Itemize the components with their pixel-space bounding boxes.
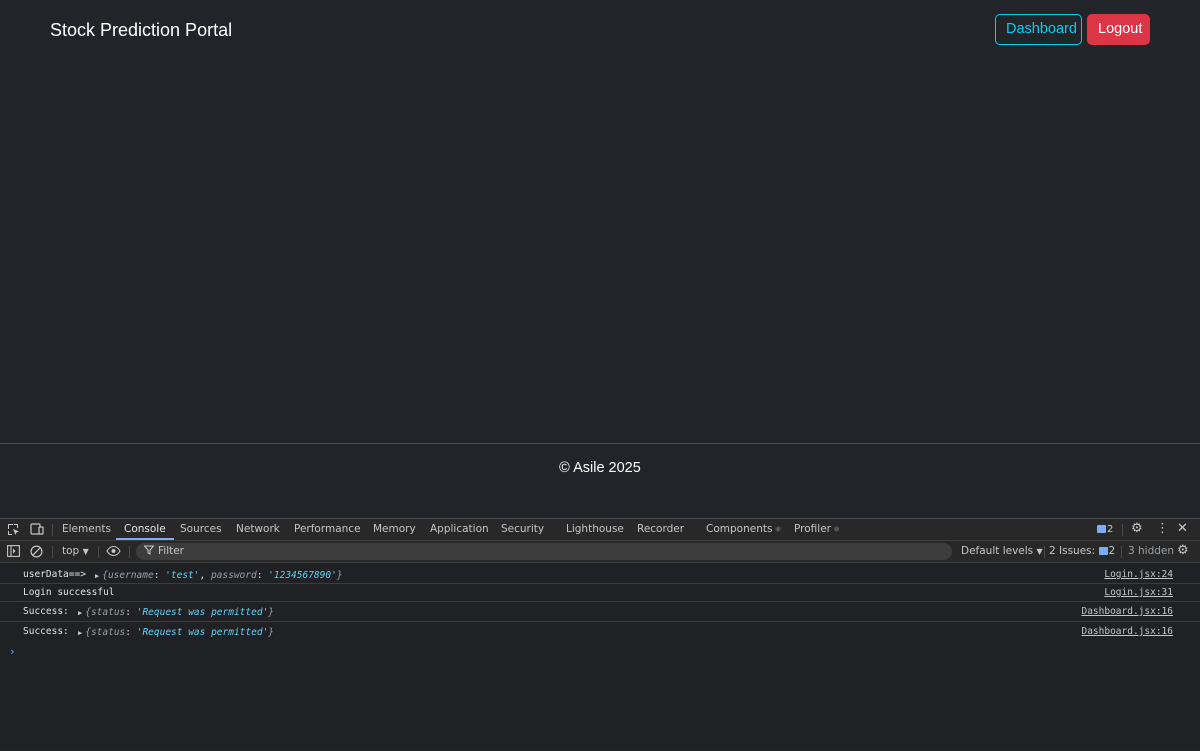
kebab-menu-icon[interactable]: ⋮: [1156, 522, 1169, 536]
tab-separator: [52, 524, 53, 536]
log-message: Success:: [23, 626, 69, 637]
toolbar-separator: [52, 546, 53, 558]
gear-icon[interactable]: ⚙: [1177, 544, 1189, 558]
log-source-link[interactable]: Login.jsx:24: [1104, 569, 1173, 580]
object-key: username: [107, 570, 154, 581]
tab-network[interactable]: Network: [236, 519, 280, 540]
issues-counter[interactable]: 2 Issues: 2: [1049, 545, 1115, 557]
inspect-element-icon[interactable]: [7, 523, 20, 539]
expand-triangle-icon: ▶: [78, 609, 83, 617]
live-expression-eye-icon[interactable]: [106, 545, 121, 560]
tab-components[interactable]: Components ⚛: [706, 519, 782, 540]
console-toolbar: top ▼ Default levels ▼ 2 Issues: 2 3 hid…: [0, 541, 1200, 563]
dashboard-button[interactable]: Dashboard: [995, 14, 1082, 45]
object-value: '1234567890': [268, 570, 337, 581]
tab-elements[interactable]: Elements: [62, 519, 111, 540]
toolbar-separator: [98, 546, 99, 558]
footer-copyright: © Asile 2025: [559, 460, 641, 476]
console-filter: [136, 543, 952, 560]
tab-security[interactable]: Security: [501, 519, 544, 540]
log-row: Login successful Login.jsx:31: [0, 584, 1200, 602]
expand-triangle-icon: ▶: [95, 572, 100, 580]
issues-badge: 2: [1098, 545, 1116, 557]
colon: :: [125, 607, 137, 618]
console-output: userData==> ▶ {username: 'test', password…: [0, 563, 1200, 751]
devtools-tab-bar: Elements Console Sources Network Perform…: [0, 519, 1200, 541]
tab-recorder[interactable]: Recorder: [637, 519, 684, 540]
close-icon[interactable]: ✕: [1177, 522, 1188, 536]
object-key: status: [90, 607, 126, 618]
log-row: userData==> ▶ {username: 'test', password…: [0, 565, 1200, 584]
messages-badge[interactable]: 2: [1097, 524, 1113, 535]
colon: :: [125, 627, 137, 638]
issues-count: 2: [1108, 545, 1116, 557]
tab-memory[interactable]: Memory: [373, 519, 416, 540]
logout-button[interactable]: Logout: [1087, 14, 1150, 45]
log-message: Login successful: [23, 587, 115, 598]
hidden-messages-count: 3 hidden: [1128, 545, 1175, 557]
colon: :: [153, 570, 166, 581]
log-levels-value: Default levels: [961, 545, 1034, 557]
log-message: userData==>: [23, 569, 86, 580]
toolbar-separator: [1044, 546, 1045, 558]
tab-console[interactable]: Console: [116, 519, 174, 540]
log-object[interactable]: ▶ {status: 'Request was permitted'}: [78, 627, 274, 638]
toolbar-separator: [129, 546, 130, 558]
tab-components-label: Components: [706, 523, 773, 535]
log-source-link[interactable]: Login.jsx:31: [1104, 587, 1173, 598]
colon: :: [256, 570, 269, 581]
log-row: Success: ▶ {status: 'Request was permitte…: [0, 622, 1200, 642]
filter-input[interactable]: [158, 544, 938, 558]
log-object[interactable]: ▶ {status: 'Request was permitted'}: [78, 607, 274, 618]
brace-close: }: [336, 570, 343, 581]
object-key: status: [90, 627, 126, 638]
tab-profiler-label: Profiler: [794, 523, 831, 535]
devtools-panel: Elements Console Sources Network Perform…: [0, 518, 1200, 750]
filter-funnel-icon: [143, 545, 155, 558]
chevron-down-icon: ▼: [1036, 547, 1043, 556]
brand-title[interactable]: Stock Prediction Portal: [50, 19, 232, 41]
tab-separator: [1122, 524, 1123, 536]
object-value: 'Request was permitted': [136, 607, 269, 618]
log-source-link[interactable]: Dashboard.jsx:16: [1081, 606, 1173, 617]
message-bubble-icon: [1097, 525, 1106, 533]
brace-close: }: [268, 607, 275, 618]
object-value: 'test': [165, 570, 200, 581]
footer-divider: [0, 443, 1200, 444]
chevron-down-icon: ▼: [82, 547, 89, 556]
log-message: Success:: [23, 606, 69, 617]
sidebar-toggle-icon[interactable]: [7, 545, 20, 560]
tab-profiler[interactable]: Profiler ⚛: [794, 519, 840, 540]
expand-triangle-icon: ▶: [78, 629, 83, 637]
tab-sources[interactable]: Sources: [180, 519, 222, 540]
tab-application[interactable]: Application: [430, 519, 489, 540]
tab-lighthouse[interactable]: Lighthouse: [566, 519, 624, 540]
context-selector[interactable]: top ▼: [62, 545, 89, 557]
react-components-icon: ⚛: [774, 525, 782, 534]
brace-close: }: [268, 627, 275, 638]
tab-performance[interactable]: Performance: [294, 519, 361, 540]
object-key: password: [210, 570, 257, 581]
gear-icon[interactable]: ⚙: [1131, 522, 1143, 536]
app-page: Stock Prediction Portal Dashboard Logout…: [0, 0, 1200, 518]
device-toolbar-icon[interactable]: [30, 523, 44, 539]
log-row: Success: ▶ {status: 'Request was permitte…: [0, 602, 1200, 622]
navbar: Stock Prediction Portal Dashboard Logout: [0, 0, 1200, 60]
toolbar-separator: [1121, 546, 1122, 558]
message-bubble-icon: [1098, 547, 1108, 555]
context-value: top: [62, 545, 80, 557]
messages-count: 2: [1107, 524, 1114, 535]
react-profiler-icon: ⚛: [832, 525, 841, 534]
log-source-link[interactable]: Dashboard.jsx:16: [1081, 626, 1173, 637]
clear-console-icon[interactable]: [30, 545, 43, 561]
console-prompt-caret[interactable]: ›: [9, 645, 16, 658]
log-levels-dropdown[interactable]: Default levels ▼: [961, 545, 1043, 557]
comma: ,: [199, 570, 211, 581]
object-value: 'Request was permitted': [136, 627, 269, 638]
log-object[interactable]: ▶ {username: 'test', password: '123456789…: [95, 570, 343, 581]
issues-label: 2 Issues:: [1049, 545, 1096, 557]
